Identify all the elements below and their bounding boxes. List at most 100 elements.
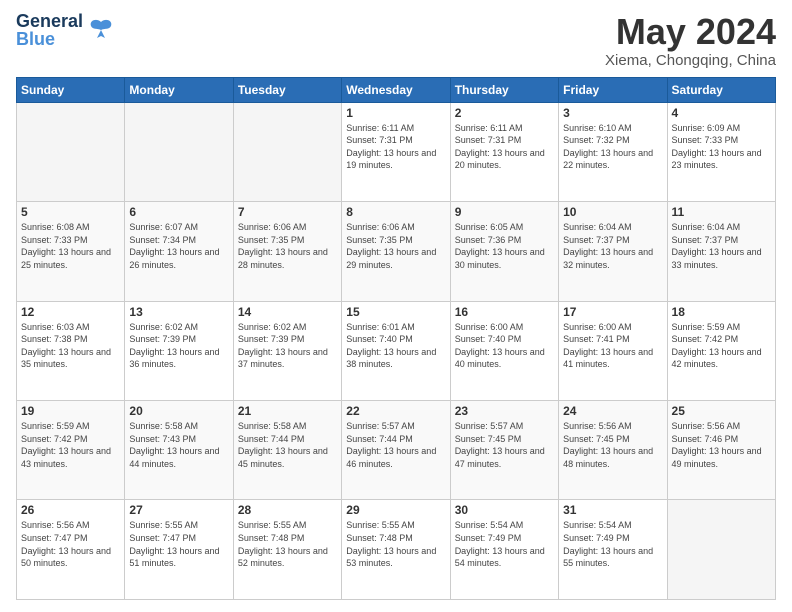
calendar-cell: 24 Sunrise: 5:56 AMSunset: 7:45 PMDayligh… [559, 401, 667, 500]
day-number: 7 [238, 205, 337, 219]
calendar-cell: 20Sunrise: 5:58 AMSunset: 7:43 PMDayligh… [125, 401, 233, 500]
weekday-tuesday: Tuesday [233, 77, 341, 102]
calendar-cell: 28 Sunrise: 5:55 AMSunset: 7:48 PMDayligh… [233, 500, 341, 600]
weekday-header-row: SundayMondayTuesdayWednesdayThursdayFrid… [17, 77, 776, 102]
day-info: Sunrise: 5:59 AMSunset: 7:42 PMDaylight:… [672, 321, 771, 371]
day-number: 19 [21, 404, 120, 418]
day-info: Sunrise: 6:11 AMSunset: 7:31 PMDaylight:… [346, 122, 445, 172]
location-title: Xiema, Chongqing, China [605, 52, 776, 69]
day-number: 5 [21, 205, 120, 219]
day-info: Sunrise: 5:59 AMSunset: 7:42 PMDaylight:… [21, 420, 120, 470]
calendar-cell: 18 Sunrise: 5:59 AMSunset: 7:42 PMDayligh… [667, 301, 775, 400]
day-info: Sunrise: 5:55 AMSunset: 7:48 PMDaylight:… [238, 519, 337, 569]
day-info: Sunrise: 6:00 AMSunset: 7:40 PMDaylight:… [455, 321, 554, 371]
day-info: Sunrise: 6:03 AMSunset: 7:38 PMDaylight:… [21, 321, 120, 371]
weekday-wednesday: Wednesday [342, 77, 450, 102]
calendar-week-1: 1Sunrise: 6:11 AMSunset: 7:31 PMDaylight… [17, 102, 776, 201]
calendar-cell: 26Sunrise: 5:56 AMSunset: 7:47 PMDayligh… [17, 500, 125, 600]
calendar-week-5: 26Sunrise: 5:56 AMSunset: 7:47 PMDayligh… [17, 500, 776, 600]
day-info: Sunrise: 5:58 AMSunset: 7:44 PMDaylight:… [238, 420, 337, 470]
day-number: 25 [672, 404, 771, 418]
day-info: Sunrise: 6:07 AMSunset: 7:34 PMDaylight:… [129, 221, 228, 271]
day-info: Sunrise: 5:54 AMSunset: 7:49 PMDaylight:… [563, 519, 662, 569]
day-info: Sunrise: 6:05 AMSunset: 7:36 PMDaylight:… [455, 221, 554, 271]
day-number: 6 [129, 205, 228, 219]
day-info: Sunrise: 5:56 AMSunset: 7:45 PMDaylight:… [563, 420, 662, 470]
calendar-cell: 23Sunrise: 5:57 AMSunset: 7:45 PMDayligh… [450, 401, 558, 500]
day-number: 31 [563, 503, 662, 517]
day-info: Sunrise: 5:57 AMSunset: 7:44 PMDaylight:… [346, 420, 445, 470]
day-number: 18 [672, 305, 771, 319]
day-info: Sunrise: 6:02 AMSunset: 7:39 PMDaylight:… [238, 321, 337, 371]
calendar-week-2: 5 Sunrise: 6:08 AMSunset: 7:33 PMDaylight… [17, 202, 776, 301]
day-info: Sunrise: 5:54 AMSunset: 7:49 PMDaylight:… [455, 519, 554, 569]
logo-bird-icon [87, 16, 115, 44]
day-number: 4 [672, 106, 771, 120]
calendar-cell: 31 Sunrise: 5:54 AMSunset: 7:49 PMDayligh… [559, 500, 667, 600]
day-info: Sunrise: 6:09 AMSunset: 7:33 PMDaylight:… [672, 122, 771, 172]
calendar-cell: 15Sunrise: 6:01 AMSunset: 7:40 PMDayligh… [342, 301, 450, 400]
logo: General Blue [16, 12, 115, 48]
weekday-saturday: Saturday [667, 77, 775, 102]
day-info: Sunrise: 5:55 AMSunset: 7:47 PMDaylight:… [129, 519, 228, 569]
header: General Blue May 2024 Xiema, Chongqing, … [16, 12, 776, 69]
day-number: 10 [563, 205, 662, 219]
calendar-cell: 30 Sunrise: 5:54 AMSunset: 7:49 PMDayligh… [450, 500, 558, 600]
day-number: 11 [672, 205, 771, 219]
day-number: 13 [129, 305, 228, 319]
day-number: 8 [346, 205, 445, 219]
day-number: 9 [455, 205, 554, 219]
calendar-cell: 19 Sunrise: 5:59 AMSunset: 7:42 PMDayligh… [17, 401, 125, 500]
calendar-cell: 17 Sunrise: 6:00 AMSunset: 7:41 PMDayligh… [559, 301, 667, 400]
day-info: Sunrise: 6:02 AMSunset: 7:39 PMDaylight:… [129, 321, 228, 371]
day-info: Sunrise: 5:56 AMSunset: 7:47 PMDaylight:… [21, 519, 120, 569]
day-number: 28 [238, 503, 337, 517]
day-number: 24 [563, 404, 662, 418]
calendar-cell: 12Sunrise: 6:03 AMSunset: 7:38 PMDayligh… [17, 301, 125, 400]
day-info: Sunrise: 6:01 AMSunset: 7:40 PMDaylight:… [346, 321, 445, 371]
day-number: 3 [563, 106, 662, 120]
calendar-cell: 9 Sunrise: 6:05 AMSunset: 7:36 PMDaylight… [450, 202, 558, 301]
month-title: May 2024 [605, 12, 776, 52]
logo-general: General [16, 12, 83, 30]
day-info: Sunrise: 6:06 AMSunset: 7:35 PMDaylight:… [238, 221, 337, 271]
calendar-cell: 21 Sunrise: 5:58 AMSunset: 7:44 PMDayligh… [233, 401, 341, 500]
calendar-cell [125, 102, 233, 201]
day-info: Sunrise: 5:57 AMSunset: 7:45 PMDaylight:… [455, 420, 554, 470]
day-info: Sunrise: 5:55 AMSunset: 7:48 PMDaylight:… [346, 519, 445, 569]
calendar-cell: 8Sunrise: 6:06 AMSunset: 7:35 PMDaylight… [342, 202, 450, 301]
day-number: 2 [455, 106, 554, 120]
day-info: Sunrise: 6:10 AMSunset: 7:32 PMDaylight:… [563, 122, 662, 172]
day-info: Sunrise: 5:58 AMSunset: 7:43 PMDaylight:… [129, 420, 228, 470]
calendar-cell: 5 Sunrise: 6:08 AMSunset: 7:33 PMDaylight… [17, 202, 125, 301]
calendar-cell: 29Sunrise: 5:55 AMSunset: 7:48 PMDayligh… [342, 500, 450, 600]
day-number: 16 [455, 305, 554, 319]
day-info: Sunrise: 6:04 AMSunset: 7:37 PMDaylight:… [563, 221, 662, 271]
weekday-thursday: Thursday [450, 77, 558, 102]
weekday-friday: Friday [559, 77, 667, 102]
calendar-body: 1Sunrise: 6:11 AMSunset: 7:31 PMDaylight… [17, 102, 776, 599]
calendar-cell: 22Sunrise: 5:57 AMSunset: 7:44 PMDayligh… [342, 401, 450, 500]
calendar-cell: 16 Sunrise: 6:00 AMSunset: 7:40 PMDayligh… [450, 301, 558, 400]
day-number: 21 [238, 404, 337, 418]
calendar-cell: 14 Sunrise: 6:02 AMSunset: 7:39 PMDayligh… [233, 301, 341, 400]
calendar-cell: 2Sunrise: 6:11 AMSunset: 7:31 PMDaylight… [450, 102, 558, 201]
day-info: Sunrise: 5:56 AMSunset: 7:46 PMDaylight:… [672, 420, 771, 470]
calendar-cell: 1Sunrise: 6:11 AMSunset: 7:31 PMDaylight… [342, 102, 450, 201]
calendar-cell: 3 Sunrise: 6:10 AMSunset: 7:32 PMDaylight… [559, 102, 667, 201]
title-block: May 2024 Xiema, Chongqing, China [605, 12, 776, 69]
page: General Blue May 2024 Xiema, Chongqing, … [0, 0, 792, 612]
calendar-cell: 13 Sunrise: 6:02 AMSunset: 7:39 PMDayligh… [125, 301, 233, 400]
calendar-cell [667, 500, 775, 600]
calendar-cell: 25 Sunrise: 5:56 AMSunset: 7:46 PMDayligh… [667, 401, 775, 500]
calendar-cell: 7 Sunrise: 6:06 AMSunset: 7:35 PMDaylight… [233, 202, 341, 301]
day-number: 30 [455, 503, 554, 517]
day-info: Sunrise: 6:00 AMSunset: 7:41 PMDaylight:… [563, 321, 662, 371]
day-info: Sunrise: 6:04 AMSunset: 7:37 PMDaylight:… [672, 221, 771, 271]
day-number: 14 [238, 305, 337, 319]
day-info: Sunrise: 6:08 AMSunset: 7:33 PMDaylight:… [21, 221, 120, 271]
calendar-cell: 10 Sunrise: 6:04 AMSunset: 7:37 PMDayligh… [559, 202, 667, 301]
logo-blue: Blue [16, 30, 83, 48]
day-number: 17 [563, 305, 662, 319]
weekday-monday: Monday [125, 77, 233, 102]
